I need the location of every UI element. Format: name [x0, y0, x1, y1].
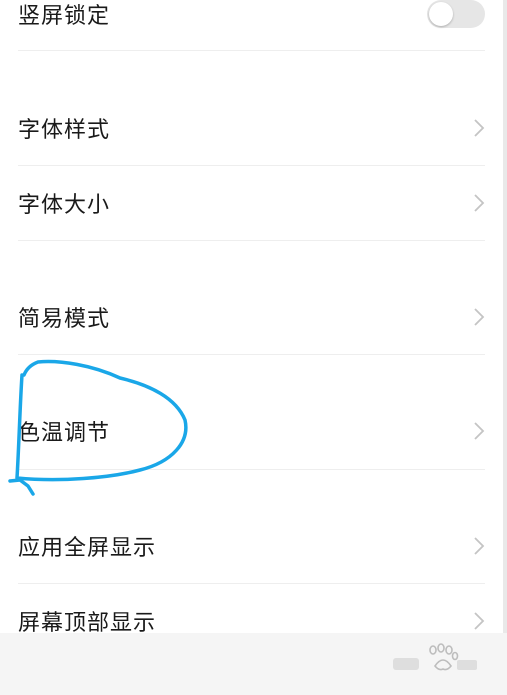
divider	[18, 469, 485, 470]
divider	[18, 240, 485, 241]
chevron-right-icon	[473, 421, 485, 441]
settings-row-font-size[interactable]: 字体大小	[18, 183, 485, 223]
settings-row-label: 字体样式	[18, 118, 111, 143]
settings-row-label: 应用全屏显示	[18, 536, 157, 561]
settings-row-app-fullscreen[interactable]: 应用全屏显示	[18, 526, 485, 566]
chevron-right-icon	[473, 611, 485, 631]
settings-row-label: 简易模式	[18, 307, 111, 332]
settings-row-simple-mode[interactable]: 简易模式	[18, 297, 485, 337]
chevron-right-icon	[473, 118, 485, 138]
divider	[18, 583, 485, 584]
display-settings-screen: 竖屏锁定 字体样式 字体大小 简易模式 色温调节 应用全屏显示 屏幕顶部显示	[0, 0, 503, 695]
chevron-right-icon	[473, 307, 485, 327]
divider	[18, 50, 485, 51]
settings-row-font-style[interactable]: 字体样式	[18, 108, 485, 148]
chevron-right-icon	[473, 536, 485, 556]
baidu-paw-logo	[389, 642, 481, 676]
divider	[18, 165, 485, 166]
settings-row-color-temperature[interactable]: 色温调节	[18, 411, 485, 451]
divider	[18, 354, 485, 355]
toggle-knob	[429, 2, 453, 26]
settings-row-label: 色温调节	[18, 421, 111, 446]
settings-row-portrait-lock[interactable]: 竖屏锁定	[18, 0, 485, 32]
chevron-right-icon	[473, 193, 485, 213]
settings-row-label: 字体大小	[18, 193, 111, 218]
screen-edge	[503, 0, 507, 695]
settings-row-label: 竖屏锁定	[18, 4, 111, 29]
portrait-lock-toggle[interactable]	[427, 0, 485, 28]
